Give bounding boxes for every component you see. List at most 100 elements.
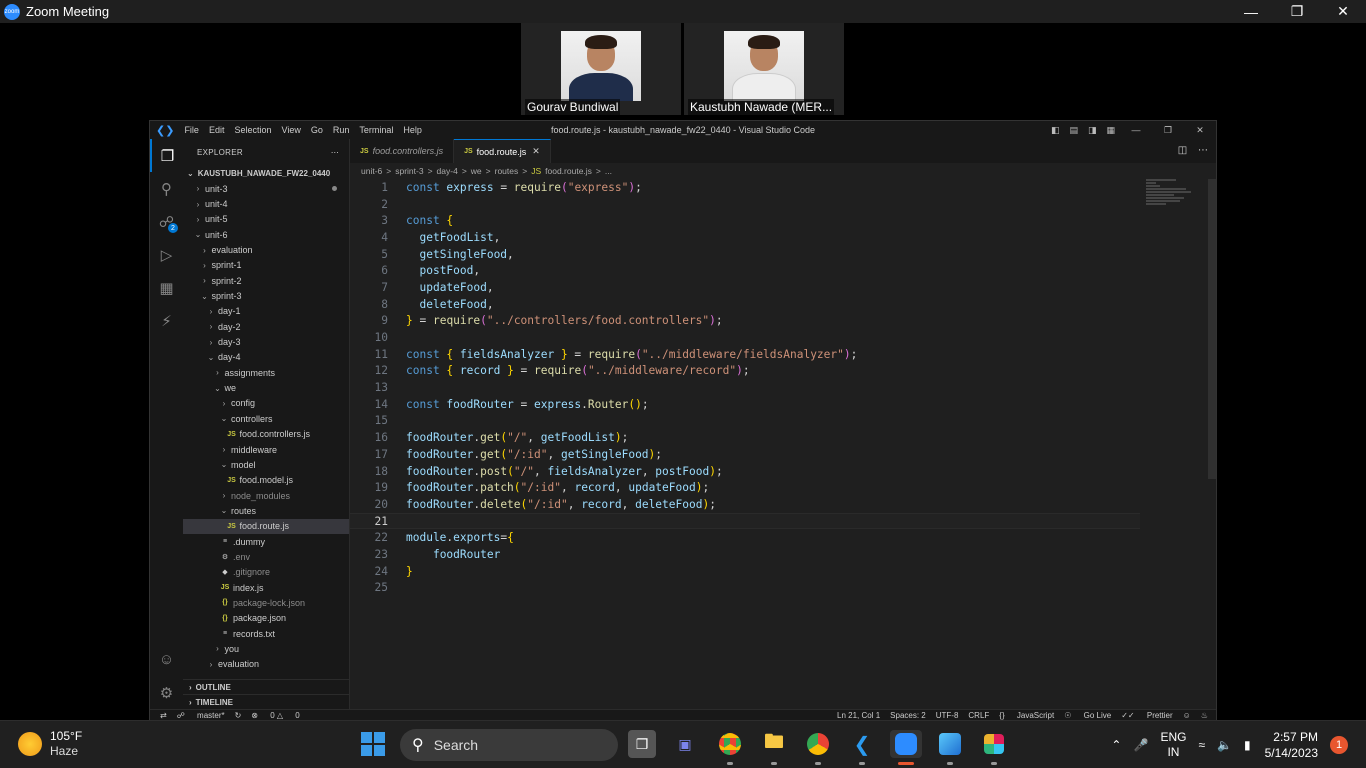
code-line[interactable]: 24}	[350, 563, 1140, 580]
code-line[interactable]: 1 const express = require("express");	[350, 179, 1140, 196]
clock[interactable]: 2:57 PM 5/14/2023	[1265, 729, 1318, 761]
breadcrumb-item[interactable]: ...	[605, 166, 612, 176]
code-line[interactable]: 16 foodRouter.get("/", getFoodList);	[350, 429, 1140, 446]
notifications-bell-icon[interactable]: ♨	[1201, 711, 1208, 720]
code-line[interactable]: 15	[350, 413, 1140, 430]
tree-folder[interactable]: › unit-4	[183, 196, 349, 211]
start-button[interactable]	[361, 732, 385, 756]
menu-help[interactable]: Help	[403, 125, 422, 135]
close-tab-icon[interactable]: ✕	[532, 146, 540, 157]
menu-file[interactable]: File	[184, 125, 199, 135]
language-indicator[interactable]: ENG IN	[1160, 730, 1186, 760]
menu-edit[interactable]: Edit	[209, 125, 225, 135]
tree-folder[interactable]: ⌄ routes	[183, 503, 349, 518]
tree-folder[interactable]: › day-1	[183, 304, 349, 319]
tree-folder[interactable]: › assignments	[183, 365, 349, 380]
timeline-section[interactable]: › TIMELINE	[183, 694, 349, 709]
tree-folder[interactable]: › day-2	[183, 319, 349, 334]
taskbar-search[interactable]: ⚲ Search	[400, 729, 618, 761]
close-button[interactable]: ✕	[1320, 0, 1366, 23]
code-line[interactable]: 25	[350, 580, 1140, 597]
battery-icon[interactable]: ▮	[1244, 738, 1251, 752]
code-line[interactable]: 2	[350, 196, 1140, 213]
remote-status-icon[interactable]: ⇄	[160, 711, 167, 720]
tree-file[interactable]: JS food.controllers.js	[183, 427, 349, 442]
search-icon[interactable]: ⚲	[150, 172, 183, 205]
code-line[interactable]: 6 postFood,	[350, 262, 1140, 279]
vscode-restore-button[interactable]: ❐	[1152, 125, 1184, 136]
restore-button[interactable]: ❐	[1274, 0, 1320, 23]
code-line[interactable]: 23 foodRouter	[350, 546, 1140, 563]
code-line[interactable]: 21	[350, 512, 1140, 530]
code-editor[interactable]: 1 const express = require("express"); 2 3 co…	[350, 179, 1140, 596]
code-line[interactable]: 17 foodRouter.get("/:id", getSingleFood);	[350, 446, 1140, 463]
tab-food-route[interactable]: JS food.route.js ✕	[454, 139, 551, 163]
wifi-icon[interactable]: ≈	[1198, 738, 1205, 752]
tree-file[interactable]: ⚙ .env	[183, 549, 349, 564]
indentation[interactable]: Spaces: 2	[890, 711, 926, 720]
breadcrumb-item[interactable]: sprint-3	[395, 166, 423, 176]
outline-section[interactable]: › OUTLINE	[183, 679, 349, 694]
run-debug-icon[interactable]: ▷	[150, 238, 183, 271]
menu-run[interactable]: Run	[333, 125, 350, 135]
photos-icon[interactable]	[936, 730, 964, 765]
tree-file[interactable]: {} package-lock.json	[183, 595, 349, 610]
tree-folder[interactable]: › sprint-2	[183, 273, 349, 288]
minimap[interactable]	[1146, 179, 1206, 219]
language-mode[interactable]: {} JavaScript	[999, 711, 1054, 720]
editor-scrollbar[interactable]	[1208, 179, 1216, 479]
more-actions-icon[interactable]: ⋯	[1198, 145, 1208, 156]
problems-status[interactable]: ⊗ 0 △ 0	[251, 711, 299, 720]
code-line[interactable]: 12 const { record } = require("../middlew…	[350, 363, 1140, 380]
tree-folder[interactable]: ⌄ controllers	[183, 411, 349, 426]
encoding[interactable]: UTF-8	[936, 711, 959, 720]
manage-gear-icon[interactable]: ⚙	[150, 676, 183, 709]
volume-icon[interactable]: 🔈	[1217, 738, 1232, 752]
tree-folder[interactable]: › evaluation	[183, 242, 349, 257]
tree-folder[interactable]: ⌄ unit-6	[183, 227, 349, 242]
source-control-icon[interactable]: ☍ 2	[150, 205, 183, 238]
line-ending[interactable]: CRLF	[968, 711, 989, 720]
cursor-position[interactable]: Ln 21, Col 1	[837, 711, 880, 720]
tree-file[interactable]: ◆ .gitignore	[183, 565, 349, 580]
remote-icon[interactable]: ⚡	[150, 304, 183, 337]
split-editor-icon[interactable]: ◫	[1178, 145, 1187, 156]
slack-icon[interactable]	[980, 730, 1008, 765]
menu-selection[interactable]: Selection	[234, 125, 271, 135]
code-line[interactable]: 22 module.exports={	[350, 529, 1140, 546]
explorer-icon[interactable]: ❐	[150, 139, 183, 172]
tree-file[interactable]: JS food.route.js	[183, 518, 349, 534]
code-line[interactable]: 11 const { fieldsAnalyzer } = require("..…	[350, 346, 1140, 363]
breadcrumb-item[interactable]: JS	[531, 166, 541, 176]
tree-folder[interactable]: ⌄ sprint-3	[183, 288, 349, 303]
menu-terminal[interactable]: Terminal	[359, 125, 393, 135]
account-icon[interactable]: ☺	[150, 643, 183, 676]
toggle-secondary-sidebar-icon[interactable]: ◨	[1088, 125, 1097, 136]
notification-badge[interactable]: 1	[1330, 736, 1348, 754]
workspace-root[interactable]: ⌄ KAUSTUBH_NAWADE_FW22_0440	[183, 165, 349, 181]
file-explorer-icon[interactable]: 🖿	[760, 730, 788, 765]
tree-folder[interactable]: › you	[183, 641, 349, 656]
code-line[interactable]: 9} = require("../controllers/food.contro…	[350, 313, 1140, 330]
vscode-close-button[interactable]: ✕	[1184, 125, 1216, 136]
tree-folder[interactable]: ⌄ we	[183, 380, 349, 395]
tab-food-controllers[interactable]: JS food.controllers.js	[350, 139, 455, 163]
code-line[interactable]: 19 foodRouter.patch("/:id", record, updat…	[350, 479, 1140, 496]
tree-folder[interactable]: › evaluation	[183, 657, 349, 672]
go-live-button[interactable]: ☉ Go Live	[1064, 711, 1111, 720]
participant-tile[interactable]: Gourav Bundiwal	[521, 23, 681, 115]
teams-chat-icon[interactable]: ▣	[671, 730, 699, 758]
menu-go[interactable]: Go	[311, 125, 323, 135]
task-view-icon[interactable]: ❐	[628, 730, 656, 758]
tree-folder[interactable]: ⌄ model	[183, 457, 349, 472]
tree-folder[interactable]: › middleware	[183, 442, 349, 457]
extensions-icon[interactable]: ▦	[150, 271, 183, 304]
sync-icon[interactable]: ↻	[235, 711, 242, 720]
chrome-profile-icon[interactable]	[716, 730, 744, 765]
tree-file[interactable]: {} package.json	[183, 611, 349, 626]
toggle-sidebar-icon[interactable]: ◧	[1051, 125, 1060, 136]
tree-folder[interactable]: › unit-5	[183, 212, 349, 227]
breadcrumb-item[interactable]: day-4	[437, 166, 458, 176]
breadcrumb-item[interactable]: we	[471, 166, 482, 176]
branch-status[interactable]: ☍ master*	[177, 711, 225, 720]
